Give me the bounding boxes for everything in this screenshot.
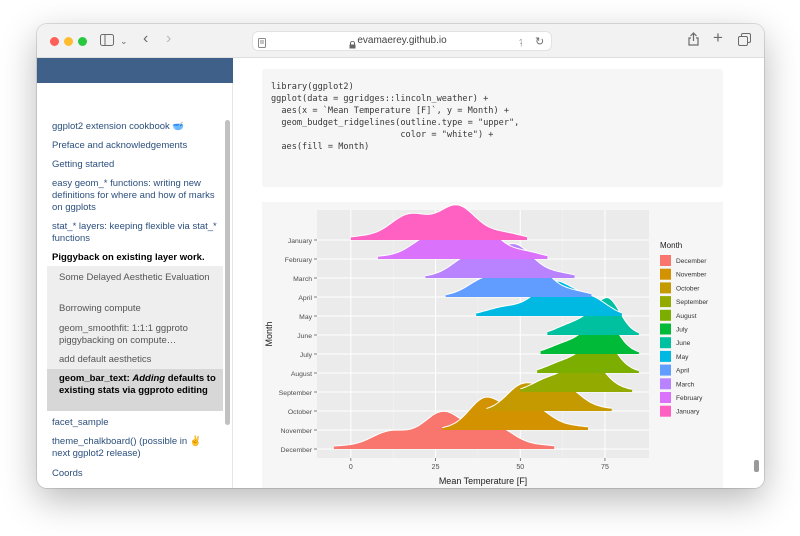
legend-swatch bbox=[660, 282, 671, 294]
code-line: aes(fill = Month) bbox=[271, 142, 370, 152]
legend-swatch bbox=[660, 392, 671, 403]
toc-subitem-bar-text-em: Adding bbox=[132, 373, 166, 384]
plot-output: January February March April May June July Augu… bbox=[262, 202, 723, 488]
legend-swatch bbox=[660, 255, 671, 266]
y-tick-label: May bbox=[299, 314, 312, 321]
toc-subitem-smoothfit[interactable]: geom_smoothfit: 1:1:1 ggproto piggybacki… bbox=[47, 323, 223, 347]
legend-swatch bbox=[660, 323, 671, 335]
chevron-down-icon[interactable]: ⌄ bbox=[120, 33, 128, 49]
back-icon[interactable]: ‹ bbox=[143, 31, 148, 47]
y-tick-label: October bbox=[288, 409, 313, 416]
toc-item-piggyback[interactable]: Piggyback on existing layer work. bbox=[52, 252, 222, 264]
legend-label: October bbox=[676, 285, 700, 292]
legend-label: January bbox=[676, 409, 700, 416]
translate-icon[interactable]: ᛑ bbox=[518, 35, 523, 51]
legend-label: April bbox=[676, 368, 690, 375]
toc-item-cookbook[interactable]: ggplot2 extension cookbook 🥣 bbox=[52, 121, 222, 133]
legend-label: December bbox=[676, 258, 707, 265]
legend-swatch bbox=[660, 378, 671, 390]
browser-toolbar: ⌄ ‹ › evamaerey.github.io ᛑ ↻ + bbox=[37, 24, 764, 58]
toc-subitem-bar-text[interactable]: geom_bar_text: Adding defaults to existi… bbox=[47, 373, 223, 397]
legend-swatch bbox=[660, 350, 671, 362]
legend-label: September bbox=[676, 299, 709, 306]
url-text: evamaerey.github.io bbox=[357, 35, 447, 46]
legend-swatch bbox=[660, 268, 671, 280]
legend-swatch bbox=[660, 309, 671, 321]
legend-swatch bbox=[660, 337, 671, 349]
x-tick-label: 75 bbox=[601, 464, 609, 471]
y-tick-label: July bbox=[300, 352, 313, 359]
toc-item-getting-started[interactable]: Getting started bbox=[52, 159, 222, 171]
tabs-overview-icon[interactable] bbox=[738, 33, 751, 49]
legend-label: August bbox=[676, 313, 697, 320]
y-tick-label: September bbox=[279, 390, 313, 397]
toc-subitem-bar-text-prefix: geom_bar_text: bbox=[59, 373, 133, 384]
y-tick-label: August bbox=[291, 371, 312, 378]
close-window-button[interactable] bbox=[50, 37, 59, 46]
code-line: aes(x = `Mean Temperature [F]`, y = Mont… bbox=[271, 106, 509, 116]
y-tick-label: June bbox=[297, 333, 312, 340]
toc-item-stat-layers[interactable]: stat_* layers: keeping flexible via stat… bbox=[52, 221, 222, 245]
toc-item-preface[interactable]: Preface and acknowledgements bbox=[52, 140, 222, 152]
x-axis-title: Mean Temperature [F] bbox=[439, 476, 527, 486]
y-axis-title: Month bbox=[264, 321, 274, 346]
main-content: library(ggplot2)ggplot(data = ggridges::… bbox=[234, 58, 764, 488]
browser-window: ⌄ ‹ › evamaerey.github.io ᛑ ↻ + ggplot2 … bbox=[37, 24, 764, 488]
legend-label: May bbox=[676, 354, 689, 361]
legend-swatch bbox=[660, 405, 671, 417]
toc-subitem-borrowing-compute[interactable]: Borrowing compute bbox=[47, 303, 223, 315]
ridgeline-chart: January February March April May June July Augu… bbox=[264, 204, 709, 486]
toc-item-facet-sample[interactable]: facet_sample bbox=[52, 417, 222, 429]
forward-icon[interactable]: › bbox=[166, 31, 171, 47]
legend-swatch bbox=[660, 296, 671, 308]
code-block: library(ggplot2)ggplot(data = ggridges::… bbox=[262, 69, 723, 187]
legend-label: November bbox=[676, 272, 707, 279]
legend-title: Month bbox=[660, 241, 682, 250]
y-tick-label: November bbox=[281, 428, 313, 435]
x-tick-label: 25 bbox=[432, 464, 440, 471]
toc-item-easy-geom[interactable]: easy geom_* functions: writing new defin… bbox=[52, 178, 222, 214]
toc-subitem-delayed-eval[interactable]: Some Delayed Aesthetic Evaluation bbox=[47, 272, 223, 284]
code-line: ggplot(data = ggridges::lincoln_weather)… bbox=[271, 94, 489, 104]
y-tick-label: April bbox=[298, 295, 312, 302]
new-tab-icon[interactable]: + bbox=[713, 29, 723, 46]
minimize-window-button[interactable] bbox=[64, 37, 73, 46]
toc-item-coords[interactable]: Coords bbox=[52, 468, 222, 480]
reload-icon[interactable]: ↻ bbox=[535, 34, 544, 50]
legend-label: February bbox=[676, 395, 703, 402]
y-tick-label: March bbox=[293, 276, 312, 283]
y-tick-label: February bbox=[285, 257, 313, 264]
legend-swatch bbox=[660, 364, 671, 376]
y-tick-label: January bbox=[288, 238, 313, 245]
book-toc-sidebar: ggplot2 extension cookbook 🥣 Preface and… bbox=[37, 58, 233, 488]
code-line: library(ggplot2) bbox=[271, 82, 354, 92]
legend-label: July bbox=[676, 327, 688, 334]
sidebar-banner bbox=[37, 58, 233, 83]
legend-label: June bbox=[676, 340, 691, 347]
sidebar-toggle-icon[interactable] bbox=[100, 33, 114, 49]
page-scrollbar[interactable] bbox=[754, 460, 759, 472]
code-line: color = "white") + bbox=[271, 130, 494, 140]
code-line: geom_budget_ridgelines(outline.type = "u… bbox=[271, 118, 520, 128]
y-tick-label: December bbox=[281, 447, 313, 454]
x-tick-label: 50 bbox=[516, 464, 524, 471]
toc-subitem-default-aes[interactable]: add default aesthetics bbox=[47, 354, 223, 366]
sidebar-scrollbar[interactable] bbox=[225, 120, 230, 425]
address-bar[interactable]: evamaerey.github.io ᛑ ↻ bbox=[252, 31, 552, 51]
legend-label: March bbox=[676, 381, 695, 388]
x-tick-label: 0 bbox=[349, 464, 353, 471]
toc-item-theme-chalkboard[interactable]: theme_chalkboard() (possible in ✌️ next … bbox=[52, 436, 222, 460]
share-icon[interactable] bbox=[688, 32, 699, 49]
zoom-window-button[interactable] bbox=[78, 37, 87, 46]
